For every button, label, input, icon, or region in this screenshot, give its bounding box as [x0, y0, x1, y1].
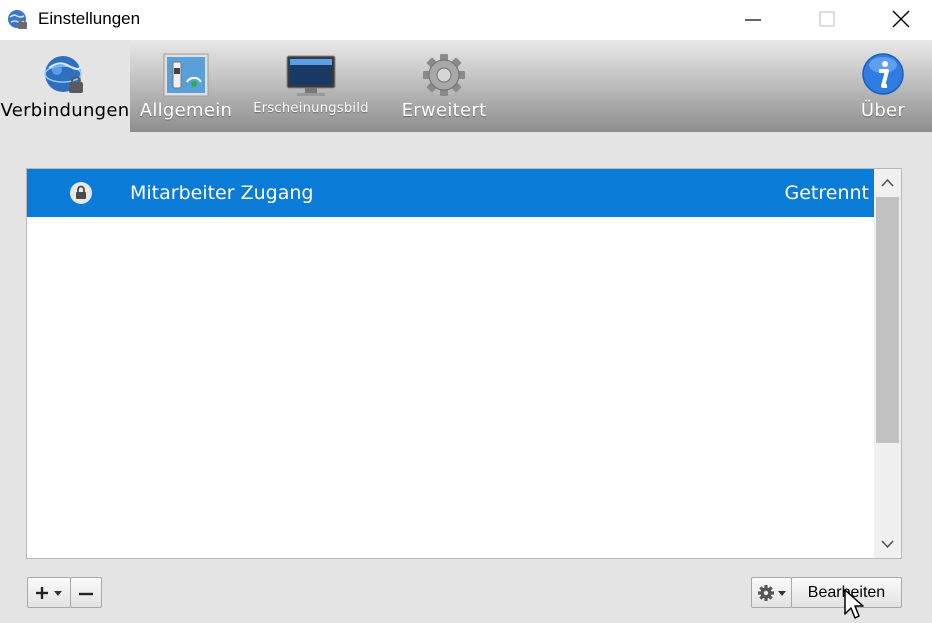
tab-erweitert[interactable]: Erweitert — [396, 40, 492, 132]
dropdown-arrow-icon — [778, 591, 786, 596]
tab-allgemein[interactable]: Allgemein — [134, 40, 238, 132]
action-menu-button[interactable] — [751, 577, 792, 608]
maximize-icon — [819, 11, 835, 27]
connection-row[interactable]: Mitarbeiter Zugang Getrennt — [27, 169, 875, 217]
plus-icon — [36, 587, 48, 599]
network-globe-icon — [44, 56, 83, 93]
gear-icon — [423, 54, 465, 96]
tab-ueber[interactable]: Über — [848, 40, 918, 132]
maximize-button[interactable] — [804, 0, 850, 40]
vertical-scrollbar[interactable] — [874, 169, 901, 558]
title-bar: Einstellungen — [0, 0, 932, 40]
scroll-thumb[interactable] — [876, 197, 899, 443]
connection-list[interactable]: Mitarbeiter Zugang Getrennt — [26, 168, 902, 559]
tab-erscheinungsbild[interactable]: Erscheinungsbild — [246, 40, 376, 132]
info-icon — [862, 53, 904, 95]
minimize-icon — [745, 19, 761, 21]
connection-status: Getrennt — [784, 182, 869, 204]
chevron-down-icon — [881, 540, 894, 549]
remove-connection-button[interactable] — [70, 577, 102, 608]
preferences-toolbar: Verbindungen Allgemein Erscheinungsbild — [0, 40, 932, 132]
connection-name: Mitarbeiter Zugang — [130, 182, 314, 204]
tab-label: Erscheinungsbild — [253, 101, 369, 116]
close-button[interactable] — [878, 0, 924, 40]
tab-verbindungen[interactable]: Verbindungen — [0, 40, 130, 132]
general-settings-icon — [163, 53, 209, 97]
window-title: Einstellungen — [38, 9, 141, 28]
scroll-up-button[interactable] — [874, 169, 901, 197]
lock-icon — [70, 182, 92, 204]
chevron-up-icon — [881, 178, 894, 187]
tab-label: Über — [860, 100, 906, 121]
scroll-down-button[interactable] — [874, 530, 901, 558]
tab-label: Erweitert — [401, 100, 487, 121]
tab-label: Allgemein — [139, 100, 233, 121]
mouse-cursor-icon — [844, 589, 864, 619]
minus-icon — [79, 592, 93, 596]
monitor-icon — [286, 55, 336, 96]
gear-icon — [758, 585, 774, 601]
tab-label: Verbindungen — [0, 100, 130, 121]
minimize-button[interactable] — [730, 0, 776, 40]
dropdown-arrow-icon — [54, 591, 62, 596]
add-connection-button[interactable] — [27, 577, 71, 608]
close-icon — [892, 10, 910, 28]
globe-app-icon — [8, 10, 27, 29]
